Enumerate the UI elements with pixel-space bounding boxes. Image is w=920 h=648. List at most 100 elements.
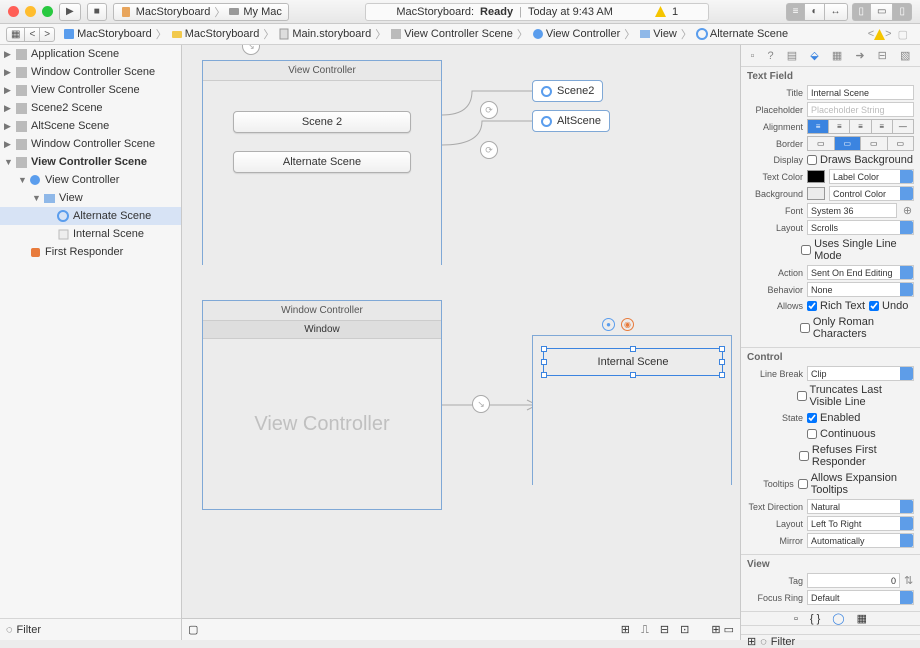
segue-icon[interactable]: ↘ [472, 395, 490, 413]
tooltips-checkbox[interactable]: Allows Expansion Tooltips [798, 472, 914, 496]
responder-dock-icon[interactable]: ◉ [621, 318, 634, 331]
tag-field[interactable]: 0 [807, 573, 900, 588]
crumb-view[interactable]: View [637, 28, 679, 40]
truncates-checkbox[interactable]: Truncates Last Visible Line [797, 384, 914, 408]
connections-inspector-icon[interactable]: ➜ [855, 49, 864, 62]
border-segmented[interactable]: ▭▭▭▭ [807, 136, 914, 151]
outline-toggle-icon[interactable]: ▢ [188, 623, 198, 636]
linebreak-select[interactable]: Clip [807, 366, 914, 381]
crumb-scene[interactable]: View Controller Scene [388, 28, 515, 40]
crumb-vc[interactable]: View Controller [530, 28, 622, 40]
outline-scene[interactable]: ▶AltScene Scene [0, 117, 181, 135]
mirror-select[interactable]: Automatically [807, 533, 914, 548]
run-button[interactable]: ▶ [59, 3, 81, 21]
related-items-button[interactable]: ▦ [6, 27, 24, 42]
zoom-tools[interactable]: ⊞ ▭ [711, 623, 734, 636]
attributes-inspector-icon[interactable]: ⬙ [810, 49, 818, 62]
outline-scene[interactable]: ▶Window Controller Scene [0, 135, 181, 153]
scene-dock[interactable]: ● ◉ [602, 318, 634, 331]
code-snippet-icon[interactable]: { } [810, 613, 820, 625]
storyboard-ref-scene2[interactable]: Scene2 [532, 80, 603, 102]
crumb-folder[interactable]: MacStoryboard [169, 28, 262, 40]
storyboard-ref-altscene[interactable]: AltScene [532, 110, 610, 132]
bg-color-select[interactable]: Control Color [829, 186, 914, 201]
scene-internal[interactable]: Internal Scene [532, 335, 732, 485]
stepper-icon[interactable]: ⇅ [904, 574, 914, 587]
roman-checkbox[interactable]: Only Roman Characters [800, 316, 914, 340]
outline-filter[interactable]: ◌ Filter [0, 618, 181, 640]
warning-icon[interactable] [874, 29, 885, 40]
editor-assistant-button[interactable]: ◐ [804, 3, 823, 21]
help-inspector-icon[interactable]: ? [768, 50, 774, 62]
continuous-checkbox[interactable]: Continuous [807, 428, 876, 440]
file-inspector-icon[interactable]: ▫ [751, 50, 755, 62]
entry-point-icon[interactable]: ↘ [242, 45, 260, 55]
toggle-inspector-button[interactable]: ▯ [892, 3, 912, 21]
text-color-select[interactable]: Label Color [829, 169, 914, 184]
outline-scene[interactable]: ▶Window Controller Scene [0, 63, 181, 81]
size-inspector-icon[interactable]: ▦ [832, 49, 842, 62]
library-tabs[interactable]: ▫ { } ◯ ▦ [741, 612, 920, 626]
outline-vc[interactable]: ▼View Controller [0, 171, 181, 189]
title-field[interactable]: Internal Scene [807, 85, 914, 100]
font-picker-icon[interactable]: ⊕ [901, 204, 914, 217]
constraint-tools[interactable]: ⊞ ⎍ ⊟ ⊡ [621, 623, 694, 637]
jump-bar[interactable]: ▦ < > MacStoryboard〉 MacStoryboard〉 Main… [0, 24, 920, 45]
crumb-storyboard[interactable]: Main.storyboard [276, 28, 373, 40]
outline-scene[interactable]: ▼View Controller Scene [0, 153, 181, 171]
text-field-internal[interactable]: Internal Scene [543, 348, 723, 376]
crumb-project[interactable]: MacStoryboard [61, 28, 154, 40]
file-template-icon[interactable]: ▫ [794, 613, 798, 625]
enabled-checkbox[interactable]: Enabled [807, 412, 860, 424]
toggle-navigator-button[interactable]: ▯ [852, 3, 871, 21]
effects-inspector-icon[interactable]: ▧ [900, 49, 910, 62]
action-select[interactable]: Sent On End Editing [807, 265, 914, 280]
outline-scene[interactable]: ▶Application Scene [0, 45, 181, 63]
editor-standard-button[interactable]: ≡ [786, 3, 805, 21]
text-color-well[interactable] [807, 170, 825, 183]
editor-version-button[interactable]: ↔ [824, 3, 848, 21]
alignment-segmented[interactable]: ≡≡≡≡— [807, 119, 914, 134]
scene-window-controller[interactable]: Window Controller Window View Controller [202, 300, 442, 510]
rich-text-checkbox[interactable]: Rich Text [807, 300, 865, 312]
close-icon[interactable] [8, 6, 19, 17]
vc-dock-icon[interactable]: ● [602, 318, 615, 331]
draws-bg-checkbox[interactable]: Draws Background [807, 154, 913, 166]
textdir-select[interactable]: Natural [807, 499, 914, 514]
canvas-button-alternate[interactable]: Alternate Scene [233, 151, 411, 173]
bindings-inspector-icon[interactable]: ⊟ [878, 49, 887, 62]
segue-icon[interactable]: ⟳ [480, 101, 498, 119]
outline-alternate-scene[interactable]: Alternate Scene [0, 207, 181, 225]
canvas-editor[interactable]: ↘ View Controller Scene 2 Alternate Scen… [182, 45, 740, 640]
bg-color-well[interactable] [807, 187, 825, 200]
identity-inspector-icon[interactable]: ▤ [787, 49, 797, 62]
zoom-icon[interactable] [42, 6, 53, 17]
canvas-button-scene2[interactable]: Scene 2 [233, 111, 411, 133]
stop-button[interactable]: ■ [87, 3, 107, 21]
library-filter[interactable]: ⊞◌Filter [741, 634, 920, 648]
refuses-checkbox[interactable]: Refuses First Responder [799, 444, 914, 468]
undo-checkbox[interactable]: Undo [869, 300, 908, 312]
outline-view[interactable]: ▼View [0, 189, 181, 207]
toggle-debug-button[interactable]: ▭ [870, 3, 892, 21]
outline-internal-scene[interactable]: Internal Scene [0, 225, 181, 243]
outline-first-responder[interactable]: First Responder [0, 243, 181, 261]
ctrl-layout-select[interactable]: Left To Right [807, 516, 914, 531]
back-button[interactable]: < [24, 27, 39, 42]
scene-view-controller[interactable]: View Controller Scene 2 Alternate Scene [202, 60, 442, 265]
behavior-select[interactable]: None [807, 282, 914, 297]
minimize-icon[interactable] [25, 6, 36, 17]
single-line-checkbox[interactable]: Uses Single Line Mode [801, 238, 914, 262]
placeholder-field[interactable]: Placeholder String [807, 102, 914, 117]
font-field[interactable]: System 36 [807, 203, 897, 218]
focus-select[interactable]: Default [807, 590, 914, 605]
segue-icon[interactable]: ⟳ [480, 141, 498, 159]
crumb-alt[interactable]: Alternate Scene [694, 28, 790, 40]
forward-button[interactable]: > [39, 27, 55, 42]
object-library-icon[interactable]: ◯ [832, 612, 844, 625]
inspector-tabs[interactable]: ▫ ? ▤ ⬙ ▦ ➜ ⊟ ▧ [741, 45, 920, 67]
scheme-selector[interactable]: MacStoryboard 〉 My Mac [113, 3, 289, 21]
outline-scene[interactable]: ▶Scene2 Scene [0, 99, 181, 117]
media-library-icon[interactable]: ▦ [857, 612, 867, 625]
layout-select[interactable]: Scrolls [807, 220, 914, 235]
